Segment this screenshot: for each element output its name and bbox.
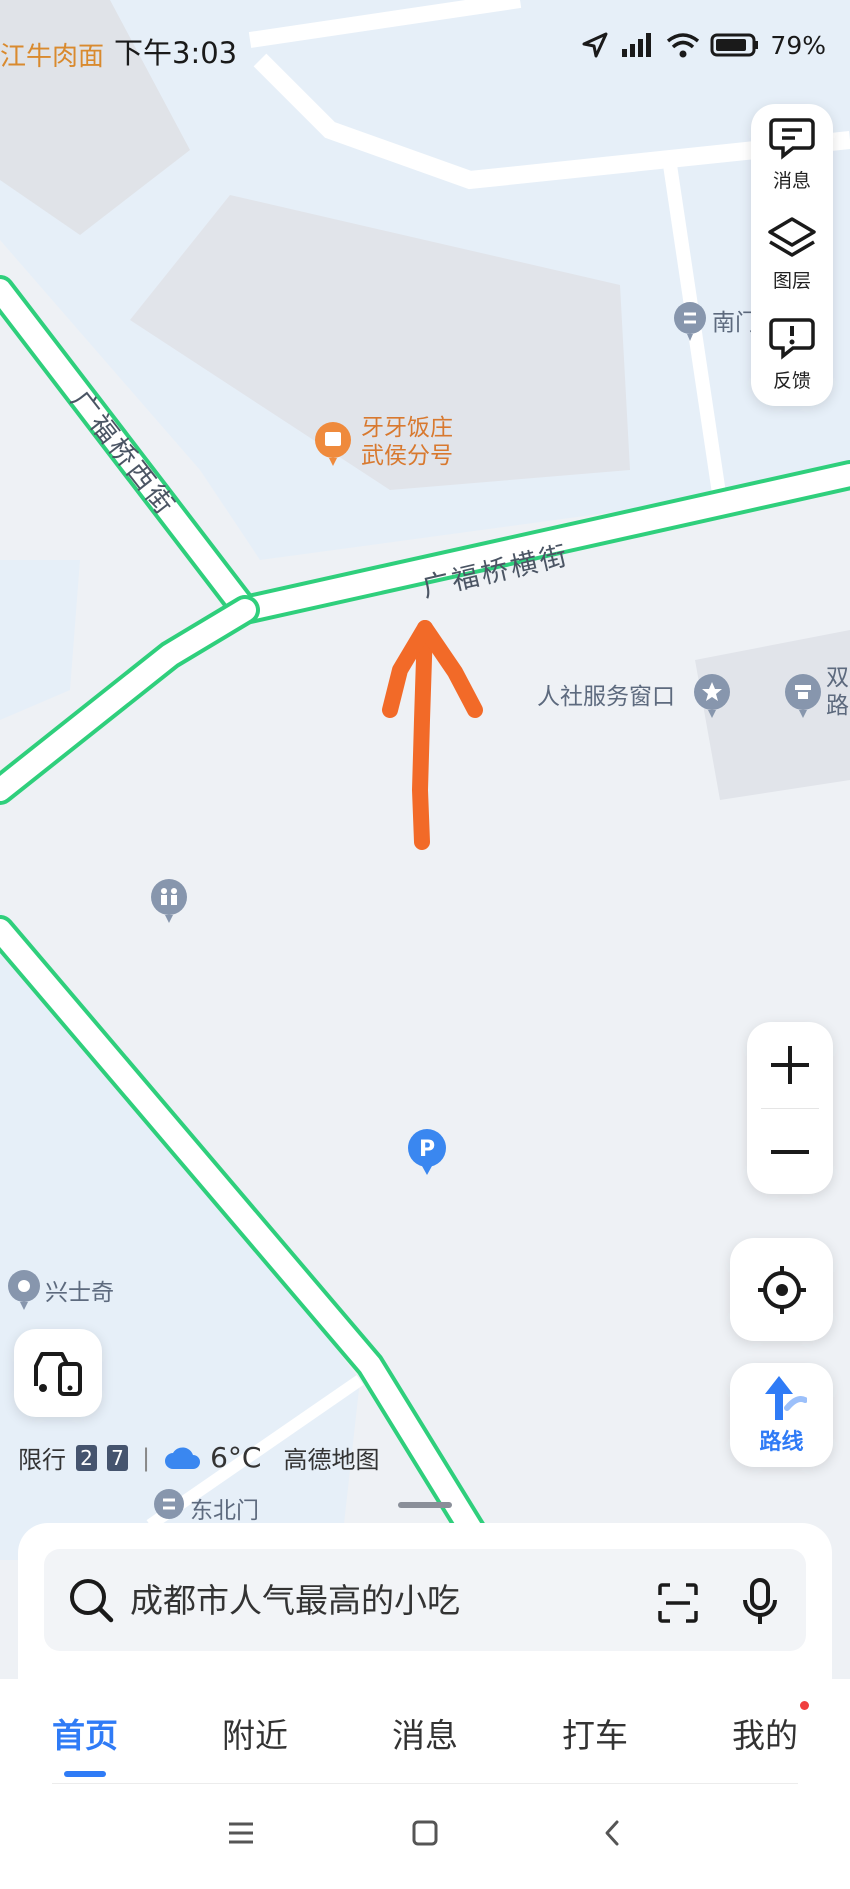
gate-icon — [154, 1489, 184, 1519]
svg-text:P: P — [419, 1137, 435, 1162]
route-label: 路线 — [759, 1430, 804, 1455]
search-box[interactable] — [44, 1549, 806, 1651]
status-icons: 79% — [580, 30, 826, 60]
poi-label-xingshiqi[interactable]: 兴士奇 — [45, 1273, 114, 1307]
crosshair-icon — [757, 1265, 806, 1314]
layers-icon — [768, 216, 816, 257]
tab-home-label: 首页 — [52, 1716, 118, 1755]
search-sheet — [18, 1523, 832, 1683]
zoom-out-button[interactable] — [747, 1109, 833, 1195]
bottom-tab-bar: 首页 附近 消息 打车 我的 — [0, 1679, 850, 1784]
tab-messages[interactable]: 消息 — [370, 1709, 480, 1757]
minus-icon — [771, 1150, 809, 1154]
tab-profile[interactable]: 我的 — [710, 1709, 820, 1757]
status-left-label: 江牛肉面 — [0, 42, 105, 72]
zoom-controls — [747, 1022, 833, 1194]
poi-subname: 路 — [826, 693, 849, 719]
car-mode-button[interactable] — [14, 1329, 102, 1417]
poi-subname: 武侯分号 — [361, 443, 453, 469]
poi-label-shuang[interactable]: 双 路 — [826, 664, 849, 720]
temperature: 6°C — [210, 1441, 262, 1474]
feedback-label: 反馈 — [772, 369, 811, 392]
menu-icon[interactable] — [226, 1818, 256, 1848]
poi-label-dongbeimen[interactable]: 东北门 — [190, 1491, 259, 1525]
wifi-icon — [667, 33, 700, 58]
status-time: 下午3:03 — [114, 36, 238, 70]
search-input[interactable] — [128, 1579, 632, 1621]
tab-active-indicator — [64, 1771, 106, 1777]
zoom-in-button[interactable] — [747, 1022, 833, 1108]
locate-button[interactable] — [730, 1238, 833, 1341]
map-side-panel: 消息 图层 反馈 — [751, 104, 833, 406]
tab-home[interactable]: 首页 — [30, 1709, 140, 1777]
status-bar: 江牛肉面 下午3:03 79% — [0, 0, 850, 100]
plus-icon — [771, 1046, 809, 1084]
layers-button[interactable]: 图层 — [751, 204, 833, 304]
system-nav-bar — [0, 1784, 850, 1889]
restriction-label: 限行 — [18, 1446, 66, 1474]
tab-profile-badge — [800, 1701, 809, 1710]
poi-label-renshe[interactable]: 人社服务窗口 — [537, 677, 675, 711]
battery-percent: 79% — [770, 30, 826, 60]
plate-digit-1: 2 — [76, 1444, 97, 1471]
poi-name: 牙牙饭庄 — [361, 415, 453, 441]
sheet-drag-handle[interactable] — [398, 1502, 452, 1508]
tab-profile-label: 我的 — [732, 1716, 798, 1755]
tab-taxi[interactable]: 打车 — [540, 1709, 650, 1757]
scan-icon[interactable] — [656, 1581, 700, 1625]
microphone-icon[interactable] — [740, 1577, 780, 1627]
map-info-line: 限行 2 7 | 6°C 高德地图 — [18, 1440, 379, 1475]
back-icon[interactable] — [598, 1818, 628, 1848]
search-icon — [70, 1579, 114, 1623]
messages-button[interactable]: 消息 — [751, 104, 833, 204]
plate-digit-2: 7 — [107, 1444, 128, 1471]
poi-name: 双 — [826, 665, 849, 691]
tab-messages-label: 消息 — [392, 1716, 458, 1755]
tab-nearby-label: 附近 — [222, 1716, 288, 1755]
tab-nearby[interactable]: 附近 — [200, 1709, 310, 1757]
info-separator: | — [142, 1443, 151, 1472]
location-arrow-icon — [582, 32, 608, 58]
feedback-icon — [769, 317, 815, 360]
messages-label: 消息 — [772, 169, 811, 192]
feedback-button[interactable]: 反馈 — [751, 304, 833, 404]
brand-watermark: 高德地图 — [283, 1446, 380, 1474]
tab-taxi-label: 打车 — [562, 1716, 628, 1755]
route-arrow-icon — [764, 1376, 807, 1420]
battery-icon — [710, 33, 759, 57]
signal-icon — [622, 33, 652, 57]
home-icon[interactable] — [410, 1818, 440, 1848]
route-button[interactable]: 路线 — [730, 1363, 833, 1467]
car-phone-icon — [34, 1352, 82, 1396]
poi-label-yaya[interactable]: 牙牙饭庄 武侯分号 — [361, 414, 453, 470]
layers-label: 图层 — [772, 269, 811, 292]
message-icon — [769, 117, 815, 160]
cloud-icon — [165, 1446, 201, 1469]
